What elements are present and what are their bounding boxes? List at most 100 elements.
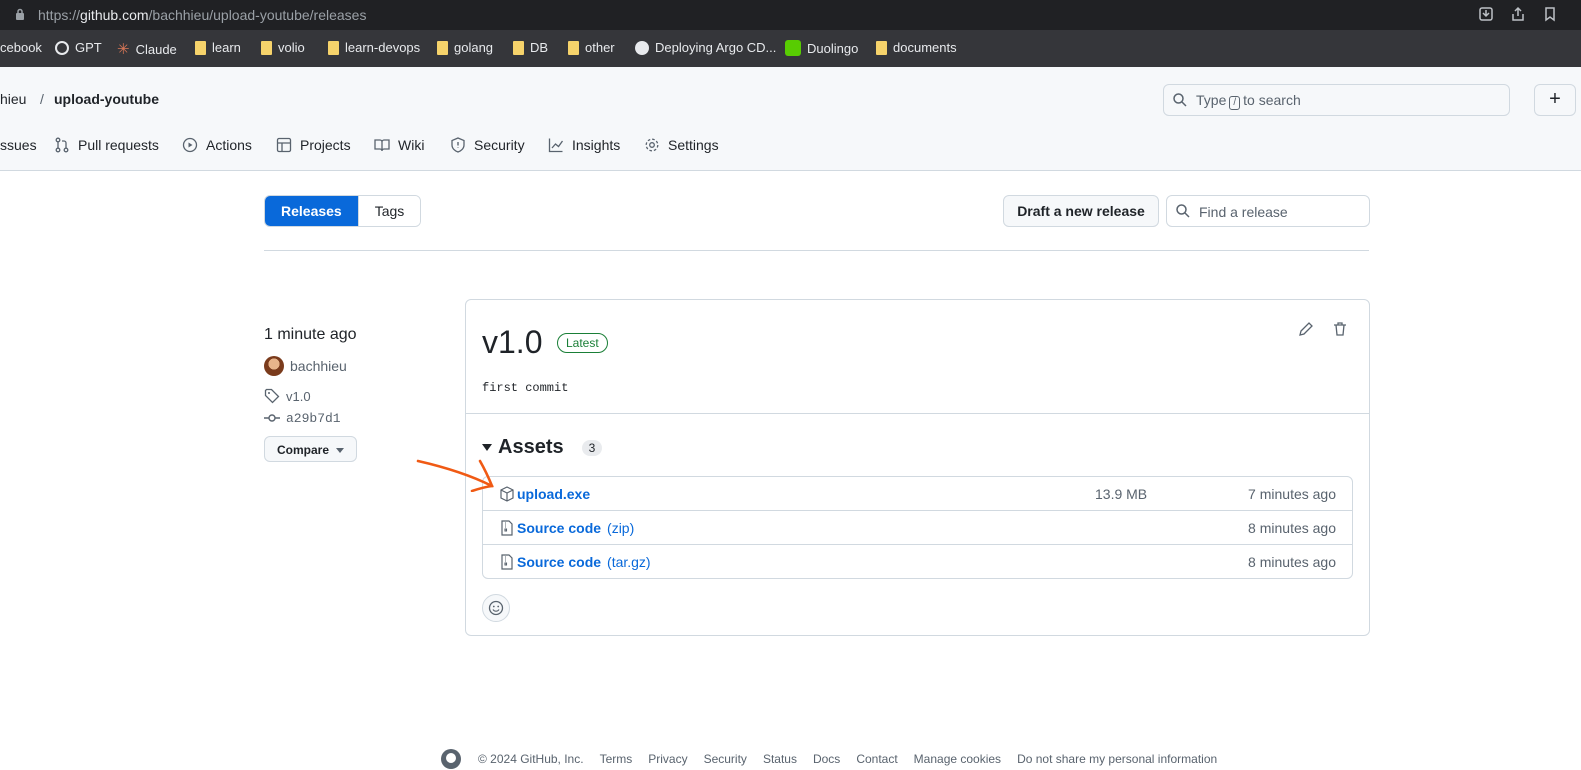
divider	[466, 413, 1369, 414]
asset-time: 8 minutes ago	[1248, 520, 1336, 536]
bookmark-item[interactable]: golang	[437, 40, 493, 55]
caret-down-icon	[336, 448, 344, 453]
bookmark-label: Duolingo	[807, 40, 859, 56]
footer-link-privacy[interactable]: Privacy	[648, 752, 687, 766]
tags-tab[interactable]: Tags	[357, 196, 421, 226]
bookmark-label: documents	[893, 40, 957, 55]
asset-extension: (tar.gz)	[607, 554, 651, 570]
breadcrumb-repo[interactable]: upload-youtube	[54, 91, 159, 107]
search-placeholder: Type / to search	[1196, 92, 1301, 110]
release-title[interactable]: v1.0	[482, 324, 542, 361]
folder-icon	[513, 40, 524, 55]
asset-link[interactable]: Source code (zip)	[499, 520, 634, 536]
divider	[264, 250, 1369, 251]
bookmark-item[interactable]: documents	[876, 40, 957, 55]
release-author[interactable]: bachhieu	[264, 356, 347, 376]
pull-request-icon	[55, 137, 69, 153]
asset-link[interactable]: upload.exe	[499, 486, 590, 502]
smiley-icon	[488, 600, 504, 616]
releases-tab[interactable]: Releases	[265, 196, 358, 226]
bookmark-item[interactable]: Deploying Argo CD...	[635, 40, 776, 55]
tab-issues[interactable]: ssues	[0, 137, 37, 153]
gpt-icon	[55, 40, 69, 55]
file-zip-icon	[501, 554, 513, 570]
tab-security[interactable]: Security	[450, 137, 525, 153]
tab-label: Pull requests	[78, 137, 159, 153]
trash-icon[interactable]	[1332, 321, 1348, 337]
bookmark-item[interactable]: volio	[261, 40, 305, 55]
tab-label: Actions	[206, 137, 252, 153]
release-tag[interactable]: v1.0	[264, 388, 311, 404]
assets-toggle[interactable]: Assets 3	[482, 436, 603, 459]
bookmark-icon[interactable]	[1544, 6, 1556, 22]
footer-link-docs[interactable]: Docs	[813, 752, 840, 766]
repo-header: hieu / upload-youtube Type / to search + s…	[0, 67, 1581, 171]
bookmark-item[interactable]: ✳ Claude	[117, 40, 177, 58]
list-item: Source code (tar.gz) 8 minutes ago	[483, 544, 1352, 578]
book-icon	[374, 139, 390, 152]
share-icon[interactable]	[1510, 6, 1526, 22]
asset-size: 13.9 MB	[1095, 486, 1148, 502]
asset-link[interactable]: Source code (tar.gz)	[499, 554, 651, 570]
add-reaction-button[interactable]	[482, 594, 510, 622]
compare-label: Compare	[277, 443, 330, 457]
folder-icon	[876, 40, 887, 55]
bookmark-item[interactable]: cebook	[0, 40, 42, 55]
pencil-icon[interactable]	[1298, 321, 1314, 337]
duolingo-icon	[785, 40, 801, 56]
search-prefix: Type	[1196, 92, 1227, 108]
tab-pull-requests[interactable]: Pull requests	[54, 137, 159, 153]
draft-new-release-button[interactable]: Draft a new release	[1003, 195, 1159, 227]
release-time: 1 minute ago	[264, 326, 357, 344]
asset-name: Source code	[517, 520, 602, 536]
footer-link-do-not-share[interactable]: Do not share my personal information	[1017, 752, 1217, 766]
commit-sha: a29b7d1	[286, 410, 341, 426]
list-item: upload.exe 13.9 MB 7 minutes ago	[483, 477, 1352, 510]
bookmark-item[interactable]: Duolingo	[785, 40, 858, 56]
triangle-down-icon	[482, 444, 492, 451]
footer-link-status[interactable]: Status	[763, 752, 797, 766]
play-circle-icon	[182, 137, 198, 153]
footer-link-terms[interactable]: Terms	[600, 752, 633, 766]
tab-label: Insights	[572, 137, 621, 153]
tab-insights[interactable]: Insights	[548, 137, 620, 153]
url-field[interactable]: https://github.com/bachhieu/upload-youtu…	[38, 7, 366, 23]
footer-link-contact[interactable]: Contact	[856, 752, 897, 766]
find-release-placeholder: Find a release	[1199, 204, 1288, 220]
footer-link-security[interactable]: Security	[704, 752, 747, 766]
release-notes: first commit	[482, 381, 569, 395]
find-release-input[interactable]: Find a release	[1166, 195, 1370, 227]
search-input[interactable]: Type / to search	[1163, 84, 1510, 116]
release-card: v1.0 Latest first commit Assets 3 upload…	[465, 299, 1370, 636]
avatar	[264, 356, 284, 376]
footer-link-cookies[interactable]: Manage cookies	[914, 752, 1001, 766]
bookmark-label: volio	[278, 40, 305, 55]
graph-icon	[548, 138, 564, 153]
bookmark-item[interactable]: GPT	[55, 40, 102, 55]
tab-wiki[interactable]: Wiki	[374, 137, 424, 153]
tab-projects[interactable]: Projects	[276, 137, 351, 153]
footer-copyright: © 2024 GitHub, Inc.	[478, 752, 584, 766]
bookmark-item[interactable]: other	[568, 40, 615, 55]
bookmark-item[interactable]: learn	[195, 40, 241, 55]
bookmark-item[interactable]: DB	[513, 40, 548, 55]
tab-label: ssues	[0, 137, 37, 153]
folder-icon	[261, 40, 272, 55]
bookmark-item[interactable]: learn-devops	[328, 40, 420, 55]
tab-actions[interactable]: Actions	[182, 137, 252, 153]
release-commit[interactable]: a29b7d1	[264, 410, 341, 426]
breadcrumb-owner[interactable]: hieu	[0, 91, 26, 107]
asset-time: 7 minutes ago	[1248, 486, 1336, 502]
create-new-button[interactable]: +	[1534, 84, 1576, 116]
package-icon	[500, 486, 514, 502]
compare-button[interactable]: Compare	[264, 436, 357, 462]
tab-label: Settings	[668, 137, 719, 153]
download-icon[interactable]	[1478, 6, 1494, 22]
bookmark-label: learn	[212, 40, 241, 55]
search-icon	[1173, 93, 1187, 107]
commit-icon	[264, 414, 280, 422]
search-suffix: to search	[1243, 92, 1301, 108]
asset-time: 8 minutes ago	[1248, 554, 1336, 570]
browser-address-bar: https://github.com/bachhieu/upload-youtu…	[0, 0, 1581, 30]
tab-settings[interactable]: Settings	[644, 137, 719, 153]
